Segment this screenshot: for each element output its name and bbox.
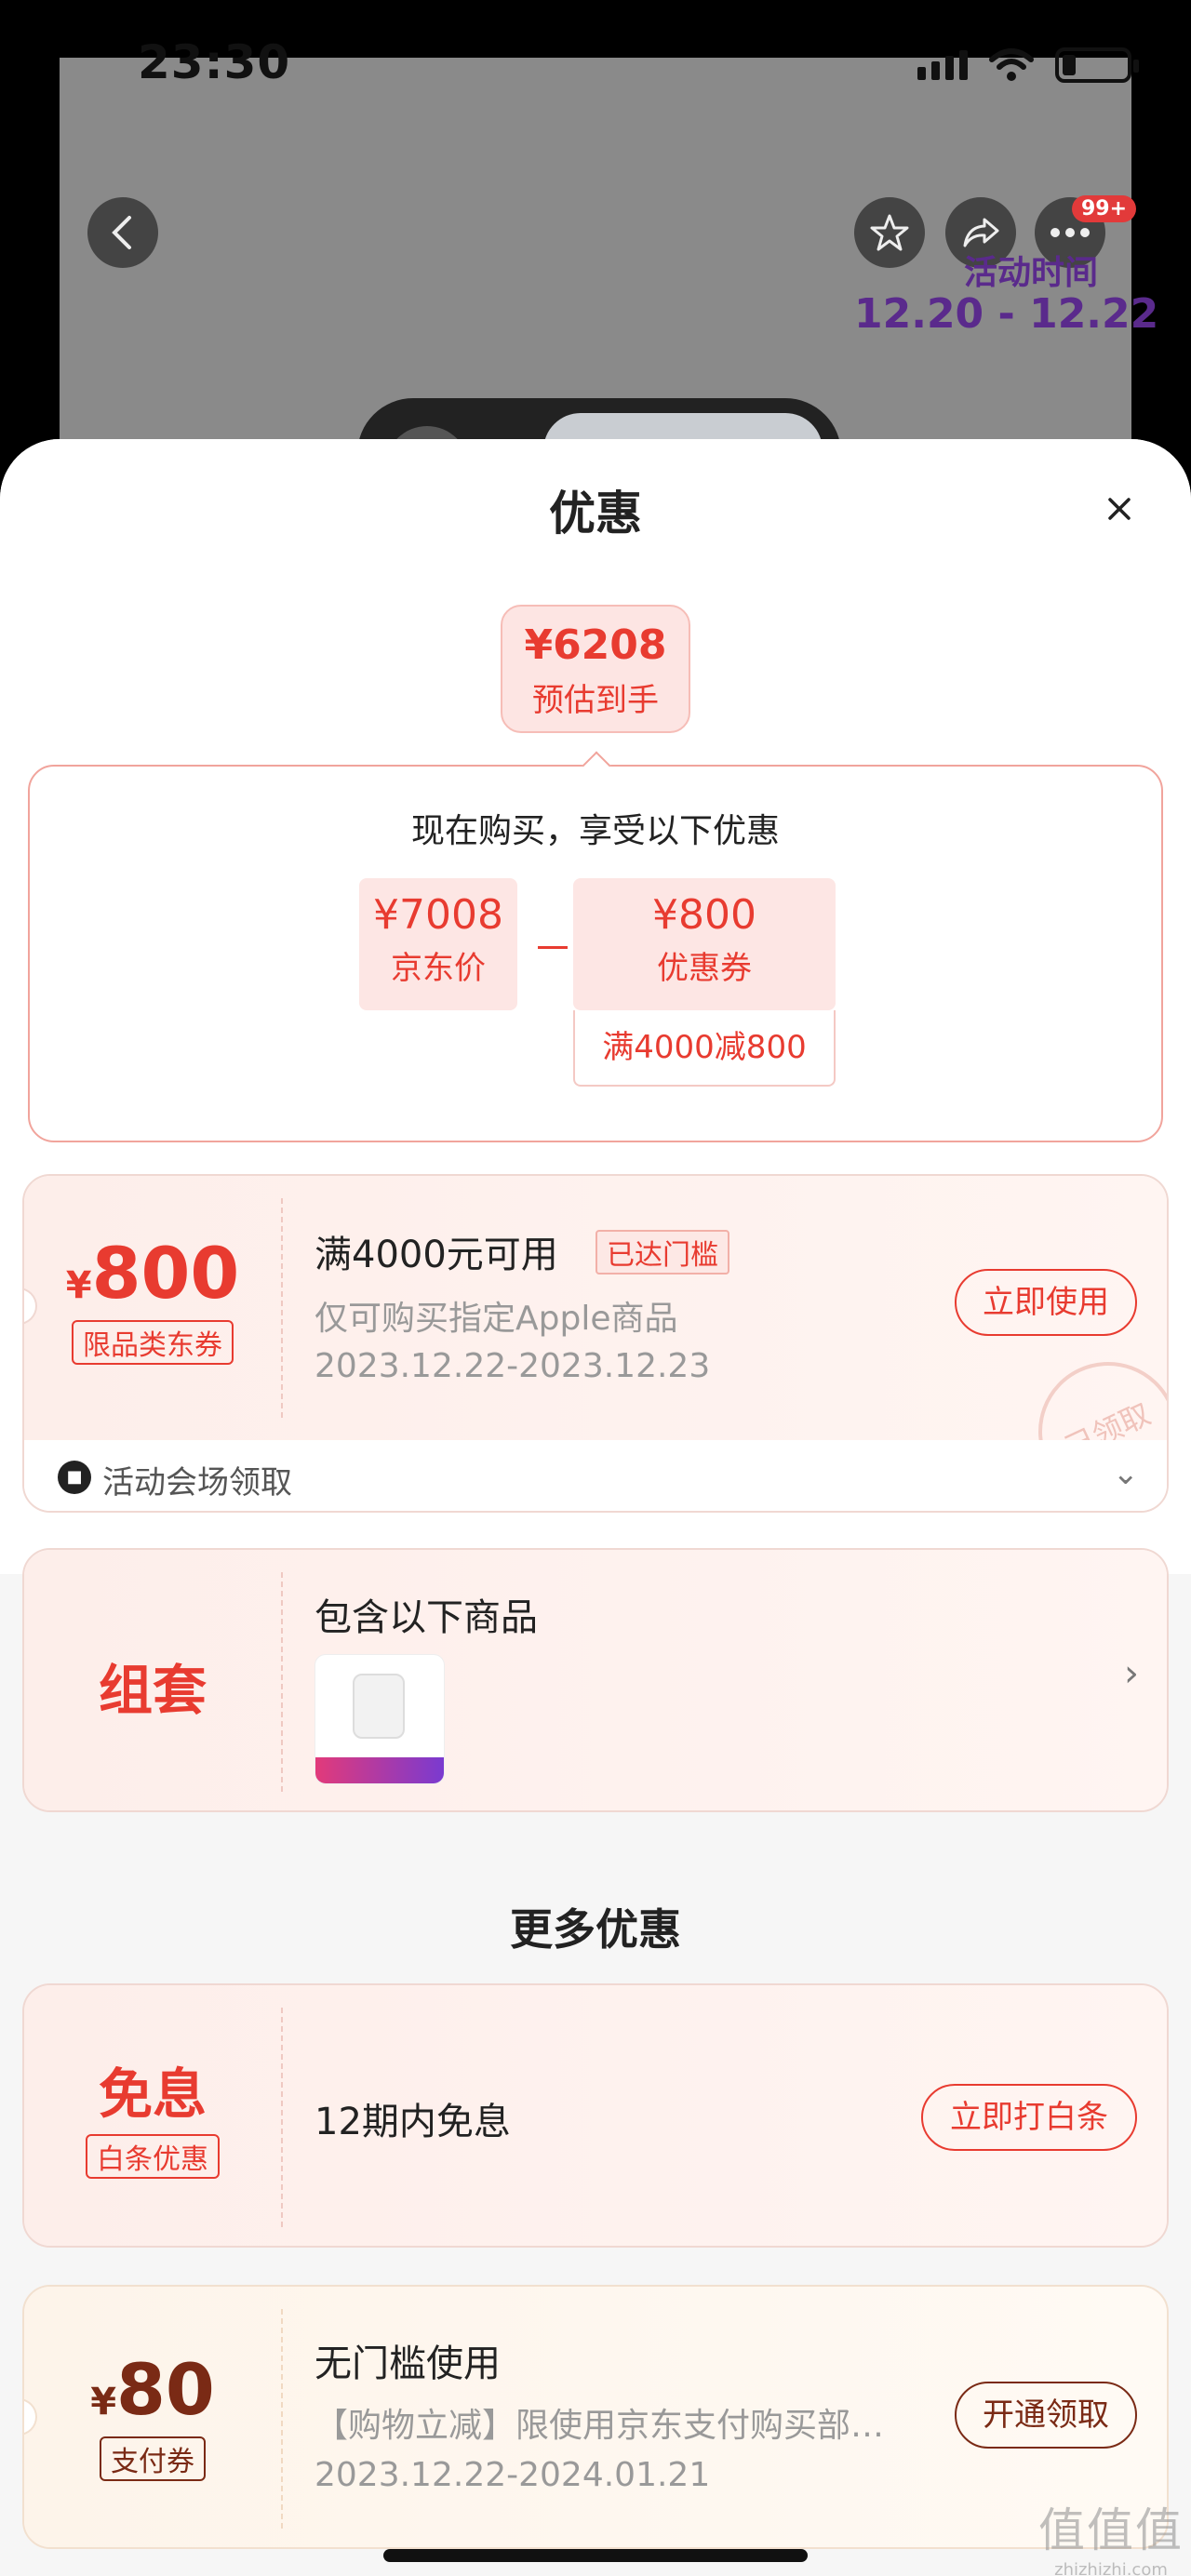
baitiao-tag: 白条优惠: [86, 2134, 220, 2179]
jd-price: ¥7008: [373, 891, 503, 939]
baitiao-divider: [281, 2008, 283, 2227]
back-button[interactable]: [87, 197, 158, 268]
pay-coupon-card: ¥80 支付券 无门槛使用 【购物立减】限使用京东支付购买部分商品 2023.1…: [22, 2285, 1169, 2549]
use-now-button[interactable]: 立即使用: [955, 1269, 1137, 1336]
coupon-source-row[interactable]: ■ 活动会场领取 ⌄: [24, 1440, 1167, 1511]
status-icons: [917, 47, 1139, 84]
pay-coupon-value: 80: [116, 2348, 215, 2431]
favorite-button[interactable]: [854, 197, 925, 268]
bundle-card[interactable]: 组套 包含以下商品 ›: [22, 1548, 1169, 1812]
coupon-discount-label: 优惠券: [657, 950, 752, 987]
coupon-divider: [281, 1198, 283, 1418]
chevron-down-icon: ⌄: [1112, 1455, 1140, 1492]
threshold-reached-badge: 已达门槛: [596, 1230, 729, 1275]
bundle-product-thumbnail[interactable]: [314, 1654, 445, 1784]
status-time: 23:30: [138, 35, 291, 89]
interest-free-label: 免息: [98, 2062, 207, 2126]
venue-icon: ■: [58, 1461, 91, 1494]
jd-price-block: ¥7008 京东价: [359, 878, 517, 1010]
discount-sheet: 优惠 ¥6208 预估到手 现在购买，享受以下优惠 ¥7008 京东价 － ¥8…: [0, 439, 1191, 2576]
watermark-url: zhizhizhi.com: [1054, 2560, 1168, 2576]
baitiao-left: 免息 白条优惠: [24, 1985, 281, 2246]
coupon-value: 800: [91, 1232, 240, 1315]
pay-coupon-tag: 支付券: [100, 2436, 206, 2481]
battery-icon: [1055, 47, 1139, 83]
close-button[interactable]: [1096, 486, 1143, 532]
coupon-card-jd: ¥800 限品类东券 满4000元可用 已达门槛 仅可购买指定Apple商品 2…: [22, 1174, 1169, 1513]
estimated-price-label: 预估到手: [532, 682, 659, 719]
bundle-body: 组套 包含以下商品 ›: [24, 1550, 1167, 1810]
coupon-type-tag: 限品类东券: [72, 1320, 234, 1365]
bundle-title: 包含以下商品: [314, 1596, 538, 1639]
pay-coupon-amount-area: ¥80 支付券: [24, 2287, 281, 2547]
thumbnail-strip: [315, 1757, 444, 1783]
pay-coupon-validity: 2023.12.22-2024.01.21: [314, 2456, 711, 2494]
coupon-validity: 2023.12.22-2023.12.23: [314, 1347, 711, 1385]
coupon-amount-area: ¥800 限品类东券: [24, 1176, 281, 1440]
bundle-label: 组套: [98, 1659, 207, 1722]
use-baitiao-button[interactable]: 立即打白条: [921, 2084, 1137, 2151]
bundle-divider: [281, 1572, 283, 1792]
pay-coupon-body: ¥80 支付券 无门槛使用 【购物立减】限使用京东支付购买部分商品 2023.1…: [24, 2287, 1167, 2547]
star-icon: [870, 214, 909, 251]
estimated-price: ¥6208: [524, 621, 667, 669]
price-calculation-box: 现在购买，享受以下优惠 ¥7008 京东价 － ¥800 优惠券 满4000减8…: [28, 765, 1163, 1142]
minus-sign: －: [532, 926, 573, 973]
pay-coupon-description: 【购物立减】限使用京东支付购买部分商品: [314, 2407, 891, 2445]
coupon-source-text: 活动会场领取: [102, 1464, 292, 1502]
coupon-amount: ¥800: [24, 1232, 281, 1315]
activity-dates: 12.20 - 12.22: [854, 290, 1159, 338]
jd-price-label: 京东价: [391, 950, 486, 987]
estimated-price-bubble: ¥6208 预估到手: [501, 605, 690, 733]
coupon-body: ¥800 限品类东券 满4000元可用 已达门槛 仅可购买指定Apple商品 2…: [24, 1176, 1167, 1511]
wifi-icon: [989, 48, 1034, 81]
chevron-right-icon: ›: [1124, 1652, 1139, 1695]
bundle-left: 组套: [24, 1550, 281, 1810]
baitiao-term: 12期内免息: [314, 2101, 511, 2143]
coupon-condition: 满4000减800: [573, 1010, 836, 1087]
chevron-left-icon: [112, 216, 131, 249]
currency-symbol: ¥: [90, 2381, 117, 2423]
close-icon: [1108, 498, 1131, 520]
coupon-discount-block: ¥800 优惠券: [573, 878, 836, 1010]
pay-coupon-amount: ¥80: [24, 2348, 281, 2431]
cellular-signal-icon: [917, 50, 968, 80]
pay-coupon-divider: [281, 2309, 283, 2529]
activate-claim-button[interactable]: 开通领取: [955, 2382, 1137, 2449]
activity-time-label: 活动时间: [964, 254, 1099, 292]
pay-coupon-threshold: 无门槛使用: [314, 2342, 501, 2385]
more-dots-icon: [1050, 228, 1090, 237]
notification-badge: 99+: [1072, 195, 1137, 222]
sheet-header: 优惠: [0, 439, 1191, 579]
coupon-threshold: 满4000元可用: [314, 1234, 558, 1276]
more-discounts-title: 更多优惠: [510, 1904, 681, 1955]
sheet-title: 优惠: [549, 487, 642, 541]
watermark: 值值值 zhizhizhi.com: [1038, 2493, 1184, 2576]
charger-image: [353, 1674, 405, 1739]
calc-title: 现在购买，享受以下优惠: [410, 812, 780, 850]
coupon-discount: ¥800: [652, 891, 756, 939]
home-indicator[interactable]: [383, 2549, 808, 2562]
watermark-logo: 值值值: [1038, 2503, 1184, 2557]
coupon-scope: 仅可购买指定Apple商品: [314, 1300, 678, 1338]
currency-symbol: ¥: [65, 1264, 92, 1307]
baitiao-card: 免息 白条优惠 12期内免息 立即打白条: [22, 1983, 1169, 2248]
baitiao-body: 免息 白条优惠 12期内免息 立即打白条: [24, 1985, 1167, 2246]
